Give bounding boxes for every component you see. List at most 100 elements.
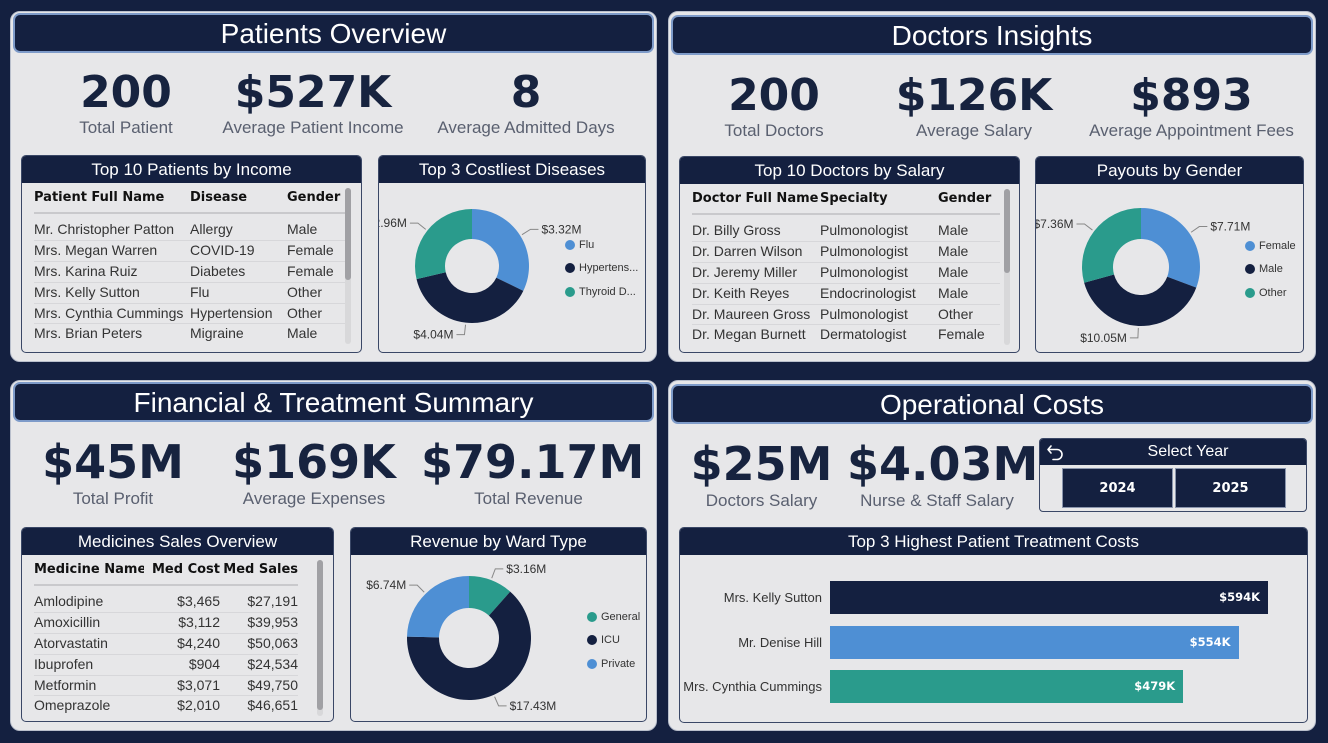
table-row[interactable]: Mrs. Megan Warren COVID-19 Female <box>34 241 345 262</box>
table-cell: $24,534 <box>247 655 298 672</box>
legend-item[interactable]: Thyroid D... <box>565 280 638 304</box>
kpi-average-expenses: $169K Average Expenses <box>224 435 404 509</box>
table-scrollbar[interactable] <box>345 188 351 344</box>
legend-item[interactable]: Private <box>587 652 640 676</box>
header-gender[interactable]: Gender <box>938 187 1000 213</box>
legend-dot-icon <box>1245 287 1255 298</box>
table-row[interactable]: Mrs. Brian Peters Migraine Male <box>34 324 345 342</box>
legend-label: Hypertens... <box>579 262 639 275</box>
patients-overview-panel: Patients Overview 200 Total Patient $527… <box>10 11 657 362</box>
header-doctor-full-name[interactable]: Doctor Full Name <box>692 187 820 213</box>
doctors-insights-title: Doctors Insights <box>671 15 1313 55</box>
legend-item[interactable]: Male <box>1245 258 1296 282</box>
header-med-sales[interactable]: Med Sales <box>220 558 298 584</box>
treatment-costs-chart: Top 3 Highest Patient Treatment Costs Mr… <box>679 527 1308 723</box>
top-doctors-table: Top 10 Doctors by Salary Doctor Full Nam… <box>679 156 1020 353</box>
header-disease[interactable]: Disease <box>190 186 287 212</box>
bar[interactable]: $594K <box>830 581 1268 614</box>
kpi-average-patient-income: $527K Average Patient Income <box>213 67 413 138</box>
table-row[interactable]: Dr. Megan Burnett Dermatologist Female <box>692 325 1000 343</box>
table-cell: $46,651 <box>247 697 298 714</box>
table-row[interactable]: Dr. Jeremy Miller Pulmonologist Male <box>692 263 1000 284</box>
table-header: Medicine Name Med Cost Med Sales <box>34 558 298 586</box>
table-cell: $3,071 <box>177 676 220 693</box>
legend-item[interactable]: Female <box>1245 234 1296 258</box>
table-body: Amlodipine $3,465 $27,191 Amoxicillin $3,112… <box>34 592 298 714</box>
bar-category-label: Mr. Denise Hill <box>738 634 822 650</box>
legend-label: Thyroid D... <box>579 285 636 298</box>
legend-dot-icon <box>1245 264 1255 275</box>
donut-slice[interactable] <box>1141 208 1200 288</box>
kpi-label: Nurse & Staff Salary <box>860 491 1014 510</box>
kpi-value: $45M <box>42 435 184 489</box>
table-row[interactable]: Amoxicillin $3,112 $39,953 <box>34 613 298 634</box>
donut-slice[interactable] <box>1082 208 1141 283</box>
header-gender[interactable]: Gender <box>287 186 345 212</box>
table-cell: Female <box>287 241 334 258</box>
table-row[interactable]: Metformin $3,071 $49,750 <box>34 676 298 697</box>
kpi-value: $4.03M <box>847 437 1039 491</box>
table-cell: Amlodipine <box>34 593 104 609</box>
table-row[interactable]: Dr. Darren Wilson Pulmonologist Male <box>692 242 1000 263</box>
table-scrollbar[interactable] <box>1004 189 1010 345</box>
data-label: $6.74M <box>366 578 406 592</box>
table-cell: $3,465 <box>177 593 220 609</box>
bar[interactable]: $554K <box>830 625 1239 659</box>
table-cell: Dr. Darren Wilson <box>692 242 803 259</box>
scrollbar-thumb[interactable] <box>1004 189 1010 273</box>
header-medicine-name[interactable]: Medicine Name <box>34 558 144 584</box>
scrollbar-thumb[interactable] <box>345 188 351 280</box>
table-cell: Migraine <box>190 325 244 342</box>
table-row[interactable]: Dr. Billy Gross Pulmonologist Male <box>692 221 1000 242</box>
legend-label: ICU <box>601 634 620 647</box>
table-cell: $39,953 <box>247 613 298 630</box>
table-header: Patient Full Name Disease Gender <box>34 186 345 214</box>
table-row[interactable]: Amlodipine $3,465 $27,191 <box>34 592 298 613</box>
header-med-cost[interactable]: Med Cost <box>144 558 220 584</box>
kpi-value: $79.17M <box>421 435 645 489</box>
table-cell: $4,240 <box>177 634 220 651</box>
legend-item[interactable]: Flu <box>565 233 638 257</box>
kpi-total-revenue: $79.17M Total Revenue <box>421 435 645 509</box>
table-cell: $2,010 <box>177 697 220 714</box>
donut-slice[interactable] <box>415 209 472 280</box>
header-patient-full-name[interactable]: Patient Full Name <box>34 186 190 212</box>
bar[interactable]: $479K <box>830 670 1184 703</box>
table-row[interactable]: Mrs. Cynthia Cummings Hypertension Other <box>34 304 345 325</box>
table-row[interactable]: Omeprazole $2,010 $46,651 <box>34 696 298 714</box>
legend-dot-icon <box>565 286 575 297</box>
undo-icon[interactable] <box>1046 443 1066 463</box>
table-row[interactable]: Mr. Christopher Patton Allergy Male <box>34 220 345 241</box>
legend-item[interactable]: Other <box>1245 281 1296 305</box>
table-cell: Mrs. Kelly Sutton <box>34 283 140 300</box>
revenue-by-ward-chart: Revenue by Ward Type $3.16M $17.43M $6.74M… <box>350 527 647 722</box>
table-cell: Male <box>938 242 969 259</box>
table-cell: Omeprazole <box>34 697 111 714</box>
table-row[interactable]: Mrs. Karina Ruiz Diabetes Female <box>34 262 345 283</box>
table-cell: Ibuprofen <box>34 655 94 672</box>
table-cell: Dr. Maureen Gross <box>692 305 811 322</box>
table-row[interactable]: Dr. Keith Reyes Endocrinologist Male <box>692 284 1000 305</box>
table-cell: Female <box>287 262 334 279</box>
table-row[interactable]: Atorvastatin $4,240 $50,063 <box>34 634 298 655</box>
costliest-diseases-chart: Top 3 Costliest Diseases $3.32M$4.04M$2.… <box>378 155 646 353</box>
legend-item[interactable]: ICU <box>587 629 640 653</box>
legend-item[interactable]: General <box>587 605 640 629</box>
legend-label: Other <box>1259 286 1287 299</box>
scrollbar-thumb[interactable] <box>317 560 323 710</box>
table-row[interactable]: Mrs. Kelly Sutton Flu Other <box>34 283 345 304</box>
patients-overview-title: Patients Overview <box>13 13 654 53</box>
kpi-total-profit: $45M Total Profit <box>33 435 193 509</box>
donut-slice[interactable] <box>472 209 529 291</box>
header-specialty[interactable]: Specialty <box>820 187 938 213</box>
donut-slice[interactable] <box>1084 274 1197 327</box>
table-cell: Male <box>938 222 969 238</box>
table-row[interactable]: Dr. Maureen Gross Pulmonologist Other <box>692 305 1000 326</box>
table-scrollbar[interactable] <box>317 560 323 716</box>
data-label: $2.96M <box>379 216 407 230</box>
legend-item[interactable]: Hypertens... <box>565 257 638 281</box>
year-button-2024[interactable]: 2024 <box>1062 468 1173 508</box>
legend-dot-icon <box>1245 240 1255 251</box>
year-button-2025[interactable]: 2025 <box>1175 468 1286 508</box>
table-row[interactable]: Ibuprofen $904 $24,534 <box>34 655 298 676</box>
